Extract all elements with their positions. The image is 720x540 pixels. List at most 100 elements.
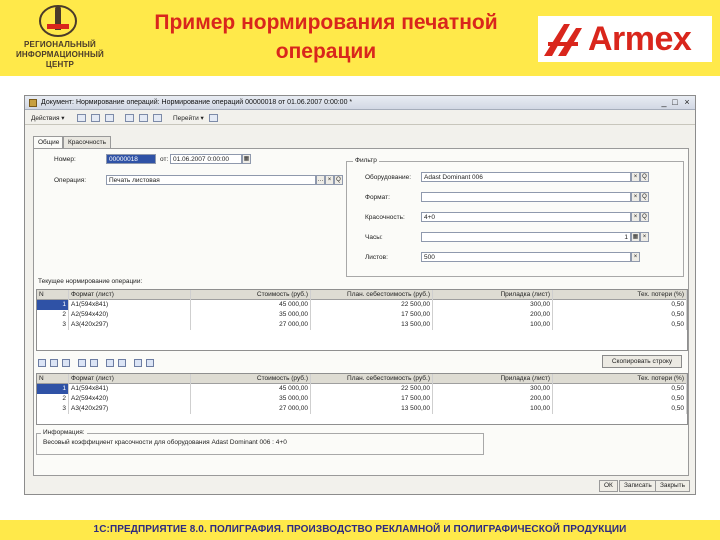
table-row[interactable]: 1 A1(594x841) 45 000,00 22 500,00 300,00… [37, 300, 687, 310]
number-field[interactable]: 00000018 [106, 154, 156, 164]
info-box: Информация: Весовый коэффициент красочно… [36, 429, 484, 455]
tab-panel-general: Номер: 00000018 от: 01.06.2007 0:00:00 ▦… [33, 148, 689, 476]
table-row[interactable]: 3 A3(420x297) 27 000,00 13 500,00 100,00… [37, 404, 687, 414]
equipment-label: Оборудование: [365, 174, 412, 181]
column-header[interactable]: Тех. потери (%) [553, 290, 687, 300]
end-edit-icon[interactable] [90, 359, 98, 367]
clear-icon[interactable]: × [631, 252, 640, 262]
add-icon[interactable] [77, 114, 86, 122]
refresh-icon[interactable] [105, 114, 114, 122]
column-header[interactable]: План. себестоимость (руб.) [311, 290, 433, 300]
sort-asc-icon[interactable] [134, 359, 142, 367]
copy-row-button[interactable]: Скопировать строку [602, 355, 682, 368]
format-cell: A3(420x297) [69, 404, 191, 414]
format-cell: A2(594x420) [69, 310, 191, 320]
column-header[interactable]: Приладка (лист) [433, 374, 553, 384]
color-field[interactable]: 4+0 [421, 212, 631, 222]
clear-icon[interactable]: × [640, 232, 649, 242]
current-norms-table: N Формат (лист) Стоимость (руб.) План. с… [36, 289, 688, 351]
column-header[interactable]: Приладка (лист) [433, 290, 553, 300]
column-header[interactable]: План. себестоимость (руб.) [311, 374, 433, 384]
open-icon[interactable]: Q [640, 172, 649, 182]
format-cell: A3(420x297) [69, 320, 191, 330]
tab-general[interactable]: Общие [33, 136, 63, 148]
open-icon[interactable]: Q [334, 175, 343, 185]
losses-cell: 0,50 [553, 394, 687, 404]
brand-name: Armex [588, 20, 692, 58]
makeready-cell: 300,00 [433, 300, 553, 310]
filter-group: Фильтр Оборудование: Adast Dominant 006 … [346, 157, 684, 277]
window-titlebar: Документ: Нормирование операций: Нормиро… [25, 96, 695, 110]
actions-menu[interactable]: Действия ▾ [31, 114, 65, 122]
table-row[interactable]: 3 A3(420x297) 27 000,00 13 500,00 100,00… [37, 320, 687, 330]
row-number-cell: 2 [37, 310, 69, 320]
clear-icon[interactable]: × [631, 212, 640, 222]
column-header[interactable]: Стоимость (руб.) [191, 290, 311, 300]
calendar-icon[interactable]: ▦ [242, 154, 251, 164]
add-row-icon[interactable] [38, 359, 46, 367]
column-header[interactable]: N [37, 374, 69, 384]
print-icon[interactable] [153, 114, 162, 122]
losses-cell: 0,50 [553, 384, 687, 394]
unpost-icon[interactable] [139, 114, 148, 122]
ok-button[interactable]: ОК [599, 480, 618, 492]
column-header[interactable]: Тех. потери (%) [553, 374, 687, 384]
plan-cost-cell: 22 500,00 [311, 300, 433, 310]
cost-cell: 35 000,00 [191, 310, 311, 320]
column-header[interactable]: N [37, 290, 69, 300]
sheets-field[interactable]: 500 [421, 252, 631, 262]
post-icon[interactable] [125, 114, 134, 122]
calculator-icon[interactable]: ▦ [631, 232, 640, 242]
date-field[interactable]: 01.06.2007 0:00:00 [170, 154, 242, 164]
sort-desc-icon[interactable] [146, 359, 154, 367]
makeready-cell: 100,00 [433, 404, 553, 414]
cost-cell: 45 000,00 [191, 384, 311, 394]
table-row[interactable]: 2 A2(594x420) 35 000,00 17 500,00 200,00… [37, 310, 687, 320]
column-header[interactable]: Стоимость (руб.) [191, 374, 311, 384]
plan-cost-cell: 17 500,00 [311, 310, 433, 320]
losses-cell: 0,50 [553, 310, 687, 320]
format-field[interactable] [421, 192, 631, 202]
row-number-cell: 2 [37, 394, 69, 404]
armex-mark-icon [544, 24, 582, 56]
clear-icon[interactable]: × [325, 175, 334, 185]
format-cell: A2(594x420) [69, 394, 191, 404]
close-button[interactable]: Закрыть [655, 480, 691, 492]
operation-label: Операция: [54, 177, 87, 184]
row-number-cell: 3 [37, 404, 69, 414]
move-down-icon[interactable] [118, 359, 126, 367]
move-up-icon[interactable] [106, 359, 114, 367]
save-icon[interactable] [91, 114, 100, 122]
minimize-icon[interactable]: _ [659, 98, 669, 108]
table-row[interactable]: 1 A1(594x841) 45 000,00 22 500,00 300,00… [37, 384, 687, 394]
save-button[interactable]: Записать [619, 480, 657, 492]
table-row[interactable]: 2 A2(594x420) 35 000,00 17 500,00 200,00… [37, 394, 687, 404]
equipment-field[interactable]: Adast Dominant 006 [421, 172, 631, 182]
help-icon[interactable] [209, 114, 218, 122]
copy-row-icon[interactable] [50, 359, 58, 367]
armex-logo: Armex [538, 16, 712, 62]
edit-row-icon[interactable] [62, 359, 70, 367]
clear-icon[interactable]: × [631, 192, 640, 202]
open-icon[interactable]: Q [640, 192, 649, 202]
emblem-icon [39, 5, 77, 37]
hours-label: Часы: [365, 234, 383, 241]
goto-menu[interactable]: Перейти ▾ [173, 114, 204, 122]
open-icon[interactable]: Q [640, 212, 649, 222]
select-button[interactable]: … [316, 175, 325, 185]
delete-row-icon[interactable] [78, 359, 86, 367]
losses-cell: 0,50 [553, 300, 687, 310]
clear-icon[interactable]: × [631, 172, 640, 182]
close-icon[interactable]: × [682, 98, 692, 108]
tab-color[interactable]: Красочность [63, 136, 111, 148]
column-header[interactable]: Формат (лист) [69, 290, 191, 300]
maximize-icon[interactable]: □ [670, 98, 680, 108]
number-label: Номер: [54, 156, 76, 163]
plan-cost-cell: 13 500,00 [311, 320, 433, 330]
slide-title: Пример нормирования печатной операции [154, 11, 498, 63]
column-header[interactable]: Формат (лист) [69, 374, 191, 384]
current-norms-label: Текущее нормирование операции: [38, 278, 143, 285]
makeready-cell: 100,00 [433, 320, 553, 330]
hours-field[interactable]: 1 [421, 232, 631, 242]
operation-field[interactable]: Печать листовая [106, 175, 316, 185]
